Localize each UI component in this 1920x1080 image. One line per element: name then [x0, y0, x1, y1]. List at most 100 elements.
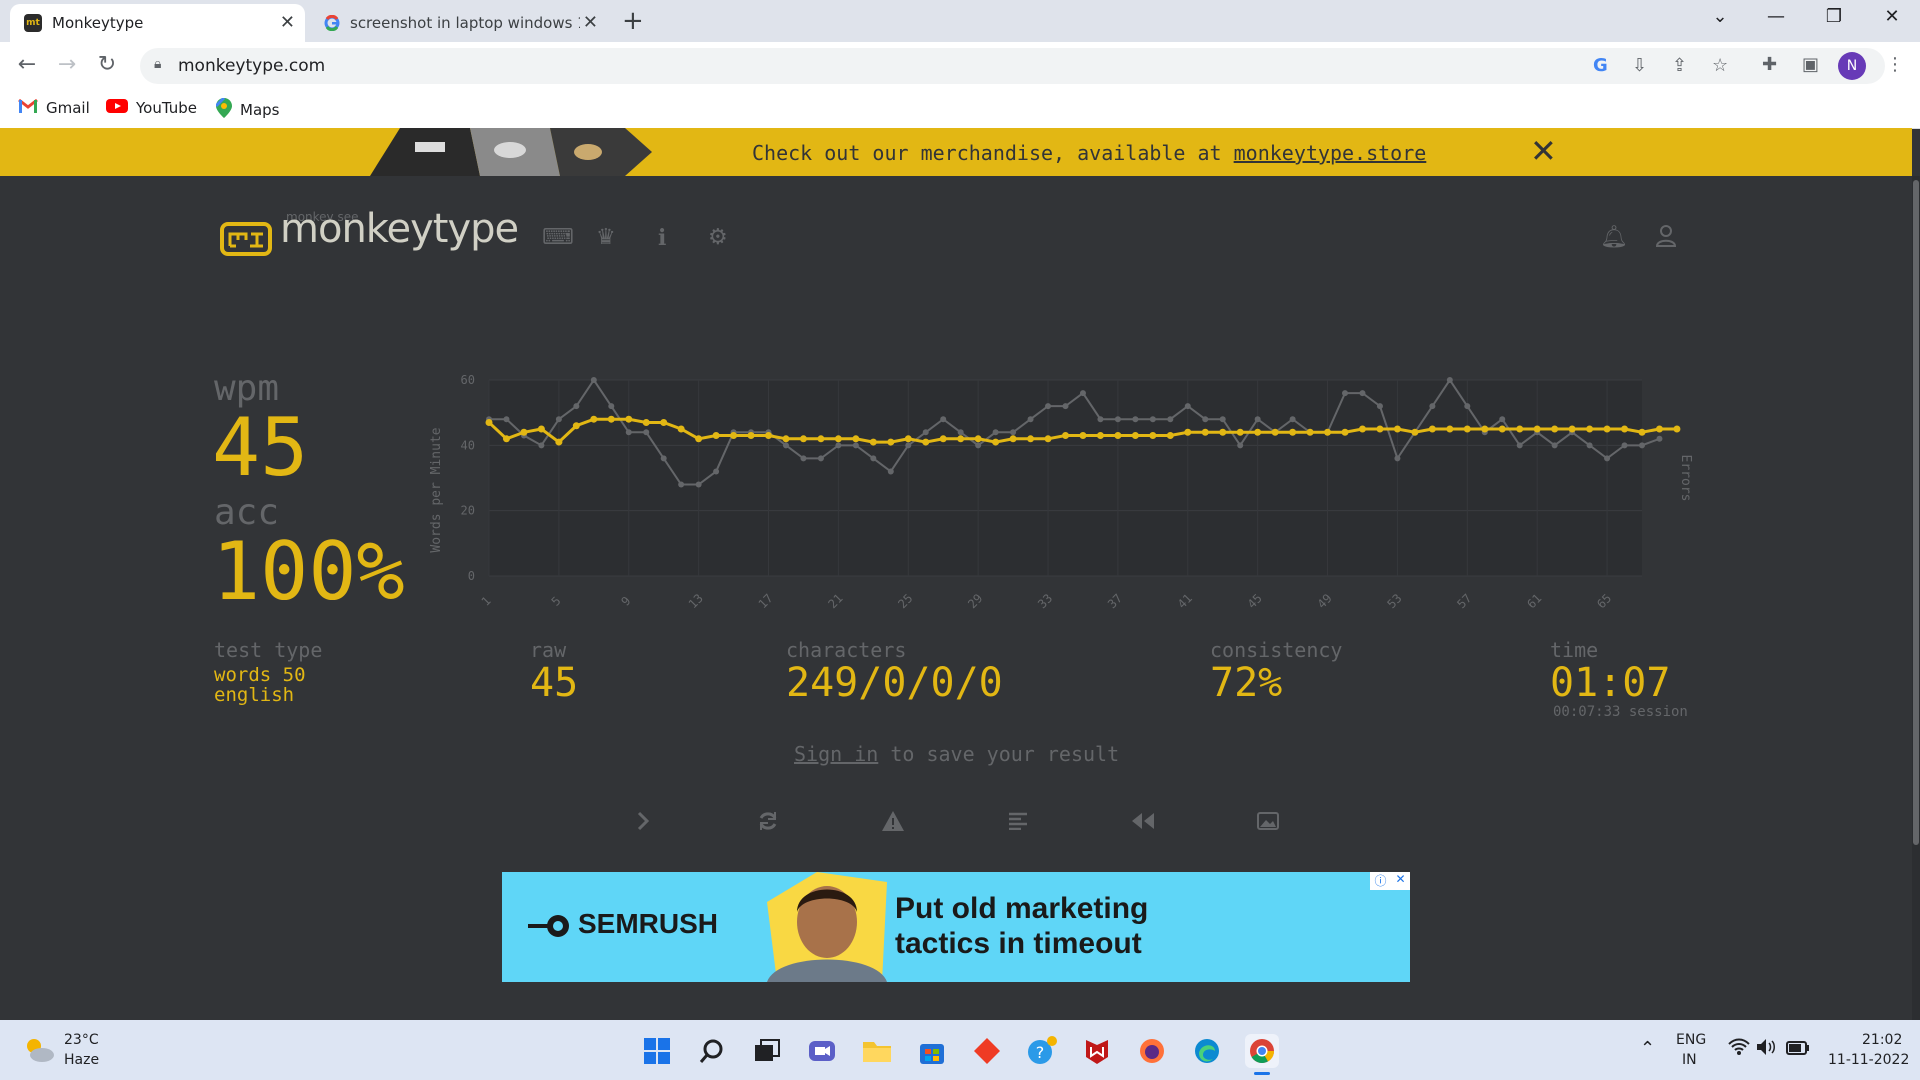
replay-button[interactable] [1123, 806, 1163, 836]
info-icon[interactable]: i [658, 225, 666, 251]
chart-xtick-label: 37 [1105, 591, 1125, 611]
chevron-right-icon [637, 811, 650, 831]
user-icon[interactable] [1655, 225, 1677, 253]
new-tab-icon[interactable]: + [622, 6, 644, 36]
chart-xtick-label: 5 [549, 594, 564, 609]
start-icon[interactable] [640, 1034, 674, 1068]
profile-avatar[interactable]: N [1838, 52, 1866, 80]
chart-point-wpm [1568, 425, 1576, 433]
firefox-icon[interactable] [1135, 1034, 1169, 1068]
chart-point-raw [1394, 455, 1401, 462]
weather-icon[interactable] [22, 1036, 56, 1068]
install-app-icon[interactable]: ⇩ [1632, 55, 1647, 76]
tab-google-search[interactable]: screenshot in laptop windows 11 ✕ [310, 4, 608, 42]
tab-monkeytype[interactable]: mt Monkeytype ✕ [10, 4, 305, 42]
clock-date[interactable]: 11-11-2022 [1828, 1052, 1909, 1068]
minimize-icon[interactable]: — [1756, 6, 1796, 27]
tab-search-icon[interactable]: ⌄ [1700, 6, 1740, 27]
chart-point-raw [940, 416, 947, 423]
input-language[interactable]: ENG [1676, 1032, 1706, 1048]
share-icon[interactable]: ⇪ [1672, 55, 1687, 76]
chart-point-raw [852, 442, 859, 449]
menu-icon[interactable]: ⋮ [1886, 54, 1904, 75]
image-icon [1257, 812, 1279, 830]
gear-icon[interactable]: ⚙ [708, 225, 728, 250]
get-help-icon[interactable]: ? [1025, 1034, 1059, 1068]
clock-time[interactable]: 21:02 [1862, 1032, 1902, 1048]
show-hidden-icons-icon[interactable]: ⌃ [1640, 1038, 1655, 1059]
chart-point-raw [1062, 403, 1069, 410]
chart-point-raw [1342, 390, 1349, 397]
volume-icon[interactable] [1756, 1038, 1778, 1060]
task-view-icon[interactable] [750, 1034, 784, 1068]
mcafee-icon[interactable] [1080, 1034, 1114, 1068]
search-icon[interactable] [695, 1034, 729, 1068]
microsoft-store-icon[interactable] [915, 1034, 949, 1068]
repeat-test-button[interactable] [748, 806, 788, 836]
close-tab-icon[interactable]: ✕ [280, 12, 295, 33]
chart-point-wpm [1324, 428, 1332, 436]
semrush-ad[interactable]: SEMRUSH Put old marketing tactics in tim… [502, 872, 1410, 982]
chart-point-raw [870, 455, 877, 462]
bookmark-youtube[interactable]: YouTube [106, 98, 197, 118]
crown-icon[interactable]: ♛ [596, 225, 616, 250]
edge-icon[interactable] [1190, 1034, 1224, 1068]
words-history-button[interactable] [998, 806, 1038, 836]
next-test-button[interactable] [623, 806, 663, 836]
address-bar[interactable]: 🔒︎ monkeytype.com G ⇩ ⇪ ☆ [140, 48, 1885, 84]
battery-icon[interactable] [1786, 1040, 1810, 1059]
close-window-icon[interactable]: ✕ [1872, 6, 1912, 27]
bookmark-star-icon[interactable]: ☆ [1712, 55, 1728, 76]
url-text[interactable]: monkeytype.com [178, 56, 325, 76]
wifi-icon[interactable] [1728, 1038, 1750, 1060]
report-button[interactable] [873, 806, 913, 836]
teams-chat-icon[interactable] [805, 1034, 839, 1068]
weather-temperature[interactable]: 23°C [64, 1032, 99, 1048]
chart-point-wpm [1498, 425, 1506, 433]
input-region[interactable]: IN [1682, 1052, 1697, 1068]
chart-y2label: Errors [1678, 455, 1693, 502]
chart-point-wpm [677, 425, 685, 433]
scrollbar-thumb[interactable] [1913, 180, 1919, 845]
monkeytype-logo-icon[interactable] [220, 222, 272, 256]
chart-point-wpm [834, 435, 842, 443]
back-icon[interactable]: ← [12, 52, 42, 77]
browser-toolbar: ← → ↻ 🔒︎ monkeytype.com G ⇩ ⇪ ☆ ✚ ▣ ⋮ [0, 42, 1920, 90]
chart-point-wpm [817, 435, 825, 443]
chart-xtick-label: 57 [1454, 591, 1474, 611]
chrome-icon[interactable] [1245, 1034, 1279, 1068]
extensions-icon[interactable]: ✚ [1762, 54, 1777, 75]
merch-store-link[interactable]: monkeytype.store [1234, 141, 1427, 165]
chart-point-raw [1167, 416, 1174, 423]
google-lens-icon[interactable]: G [1593, 55, 1608, 76]
close-banner-icon[interactable]: ✕ [1530, 132, 1557, 170]
forward-icon[interactable]: → [52, 52, 82, 77]
chart-point-wpm [555, 438, 563, 446]
screenshot-button[interactable] [1248, 806, 1288, 836]
bell-icon[interactable]: 🔔︎ [1600, 225, 1628, 250]
merch-shirts-image [370, 128, 652, 176]
chart-point-wpm [887, 438, 895, 446]
ad-choices-badge[interactable]: ⓘ ✕ [1370, 872, 1410, 890]
consistency-label: consistency [1210, 638, 1343, 662]
wpm-chart[interactable]: Words per Minute Errors 0 20 40 60 1 5 9 13 17 2… [420, 360, 1710, 630]
ad-headline-line2: tactics in timeout [895, 927, 1142, 960]
side-panel-icon[interactable]: ▣ [1802, 54, 1819, 75]
logo-text[interactable]: monkeytype [280, 206, 519, 252]
weather-description[interactable]: Haze [64, 1052, 99, 1068]
chart-xtick-label: 45 [1245, 591, 1265, 611]
close-tab-icon[interactable]: ✕ [583, 12, 598, 33]
keyboard-icon[interactable]: ⌨ [542, 225, 574, 250]
restore-icon[interactable]: ❐ [1814, 6, 1854, 27]
red-diamond-app-icon[interactable] [970, 1034, 1004, 1068]
chart-point-raw [1010, 429, 1017, 436]
chart-xtick-label: 49 [1315, 591, 1335, 611]
ad-info-icon[interactable]: ⓘ [1374, 872, 1386, 890]
ad-close-icon[interactable]: ✕ [1395, 872, 1405, 890]
signin-link[interactable]: Sign in [794, 742, 878, 766]
chart-xtick-label: 65 [1594, 591, 1614, 611]
file-explorer-icon[interactable] [860, 1034, 894, 1068]
reload-icon[interactable]: ↻ [92, 52, 122, 77]
bookmark-gmail[interactable]: Gmail [18, 98, 90, 118]
bookmark-maps[interactable]: Maps [214, 96, 279, 122]
